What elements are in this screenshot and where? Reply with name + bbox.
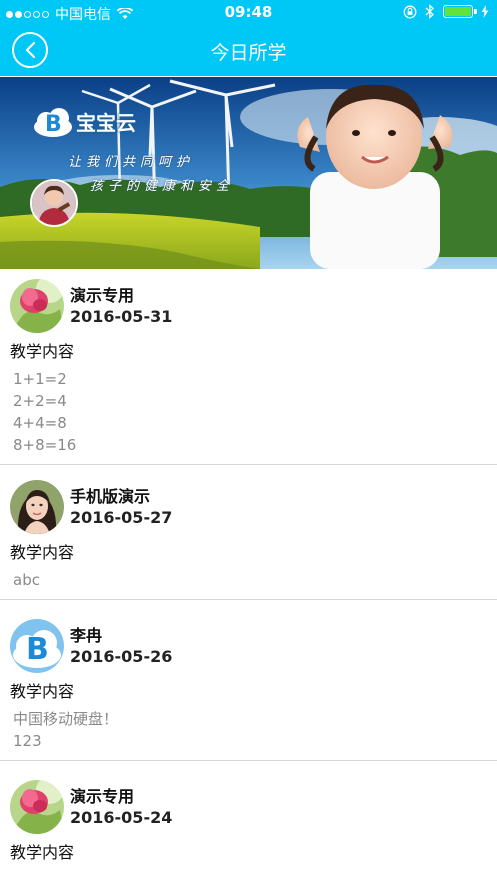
section-label: 教学内容	[10, 843, 75, 862]
content-line: 4+4=8	[13, 414, 67, 432]
status-bar: 中国电信 09:48	[0, 0, 497, 26]
content-line: 123	[13, 732, 42, 750]
post-date: 2016-05-24	[70, 808, 173, 827]
list-item[interactable]: 手机版演示 2016-05-27 教学内容 abc	[0, 465, 497, 600]
rotation-lock-icon	[403, 5, 417, 18]
post-author: 手机版演示	[70, 487, 151, 506]
banner-slogan-line2: 孩子的健康和安全	[90, 179, 235, 194]
content-line: 2+2=4	[13, 392, 67, 410]
page-title: 今日所学	[210, 42, 287, 64]
post-author: 李冉	[70, 626, 103, 645]
content-line: 1+1=2	[13, 370, 67, 388]
cloud-b-logo-icon: B	[34, 108, 72, 137]
post-date: 2016-05-27	[70, 508, 173, 527]
banner-image: B 宝宝云 让我们共同呵护 孩子的健康和安全	[0, 77, 497, 269]
navigation-bar: 今日所学	[0, 26, 497, 76]
post-author: 演示专用	[70, 286, 135, 305]
charging-icon	[481, 5, 489, 18]
post-author: 演示专用	[70, 787, 135, 806]
child-photo-icon	[32, 181, 76, 225]
list-item[interactable]: B 李冉 2016-05-26 教学内容 中国移动硬盘！ 123	[0, 600, 497, 761]
list-item[interactable]: 演示专用 2016-05-31 教学内容 1+1=2 2+2=4 4+4=8 8…	[0, 269, 497, 465]
section-label: 教学内容	[10, 682, 75, 701]
content-line: 8+8=16	[13, 436, 77, 454]
post-date: 2016-05-31	[70, 307, 173, 326]
content-line: 中国移动硬盘！	[13, 710, 119, 728]
content-line: abc	[13, 571, 40, 589]
banner-avatar[interactable]	[30, 179, 78, 227]
section-label: 教学内容	[10, 342, 75, 361]
post-date: 2016-05-26	[70, 647, 173, 666]
woman-photo-icon[interactable]	[10, 480, 64, 534]
svg-text:B: B	[45, 112, 62, 137]
brand-logo-icon[interactable]: B	[10, 619, 64, 673]
flower-icon[interactable]	[10, 279, 64, 333]
brand-logo: B 宝宝云	[32, 103, 136, 139]
banner-slogan-line1: 让我们共同呵护	[68, 155, 195, 170]
flower-icon[interactable]	[10, 780, 64, 834]
lesson-feed: 演示专用 2016-05-31 教学内容 1+1=2 2+2=4 4+4=8 8…	[0, 269, 497, 877]
brand-name: 宝宝云	[76, 110, 136, 135]
svg-text:B: B	[26, 632, 49, 667]
battery-icon	[443, 5, 477, 18]
bluetooth-icon	[425, 4, 434, 19]
list-item[interactable]: 演示专用 2016-05-24 教学内容	[0, 761, 497, 877]
section-label: 教学内容	[10, 543, 75, 562]
